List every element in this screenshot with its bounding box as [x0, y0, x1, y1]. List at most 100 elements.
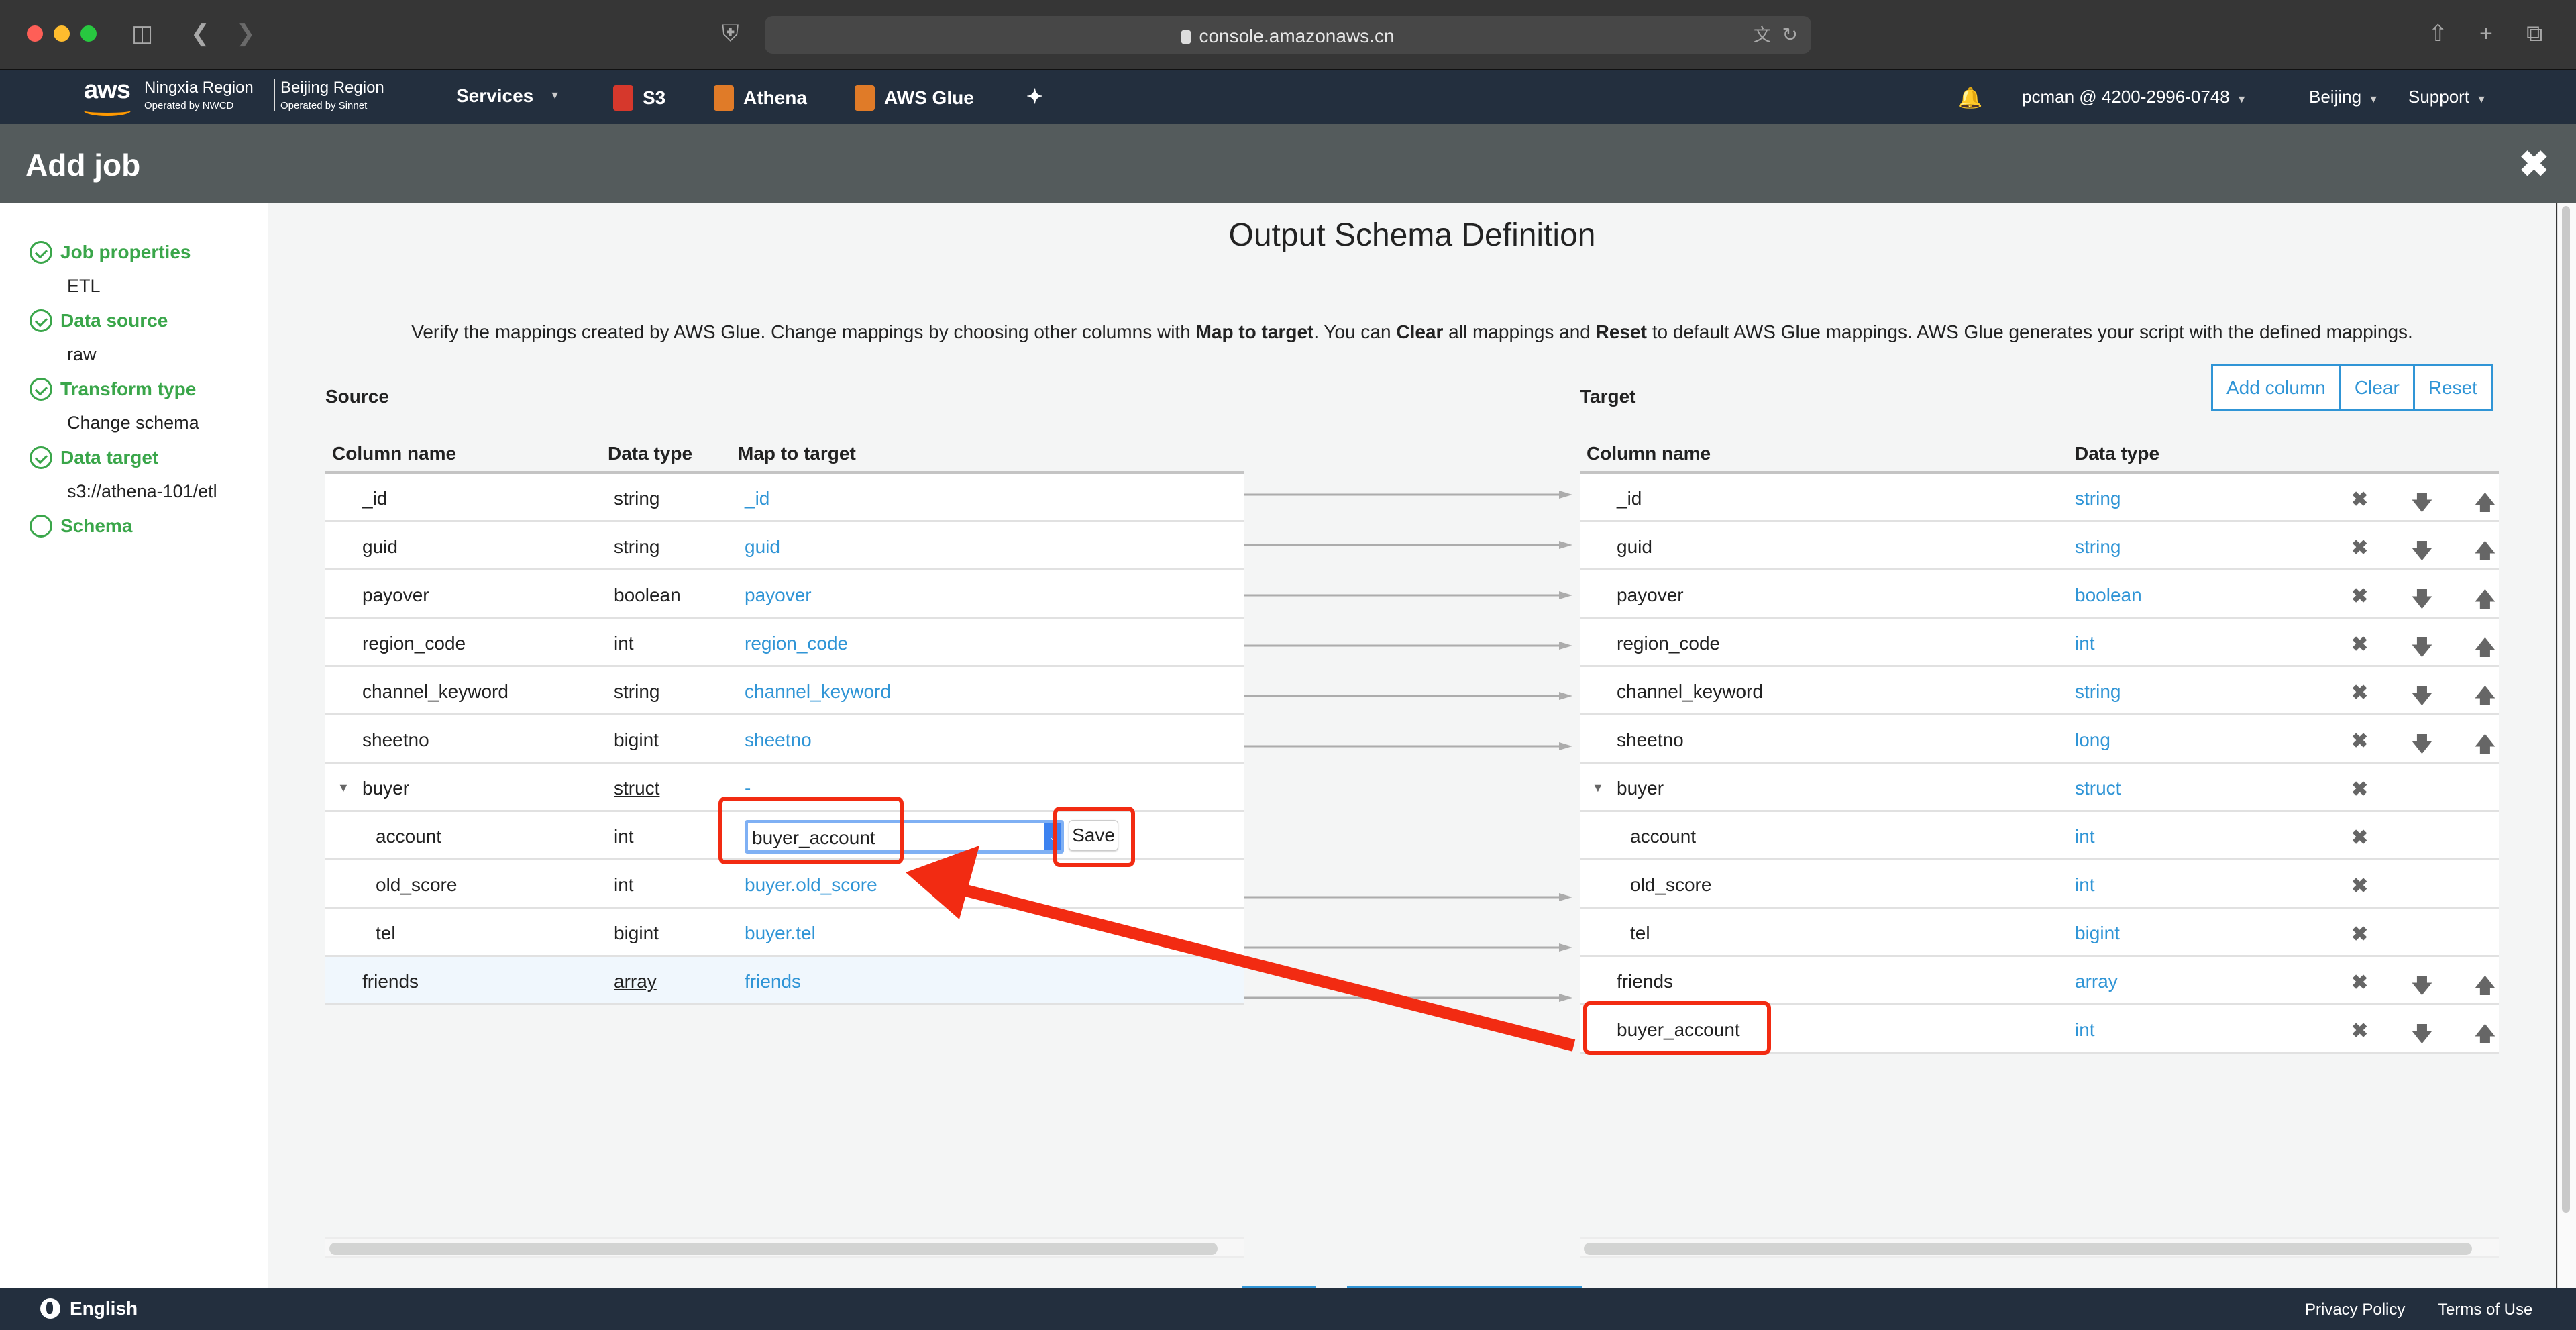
map-to-target-link[interactable]: guid	[745, 536, 780, 558]
tabs-overview-icon[interactable]: ⧉	[2526, 19, 2542, 48]
move-up-icon[interactable]: 🡅	[2475, 536, 2496, 570]
data-type-link[interactable]: int	[2075, 826, 2095, 848]
data-type-link[interactable]: int	[2075, 874, 2095, 896]
scrollbar-thumb[interactable]	[1584, 1243, 2472, 1255]
scrollbar-thumb[interactable]	[329, 1243, 1218, 1255]
data-type-link[interactable]: long	[2075, 729, 2110, 751]
source-row[interactable]: sheetno bigint sheetno	[325, 715, 1244, 764]
close-icon[interactable]: ✖	[2519, 143, 2549, 185]
shortcut-athena[interactable]: Athena	[714, 85, 807, 111]
data-type-link[interactable]: string	[2075, 681, 2121, 703]
data-type-link[interactable]: boolean	[2075, 584, 2142, 606]
terms-of-use-link[interactable]: Terms of Use	[2438, 1300, 2532, 1319]
target-row[interactable]: sheetno long ✖ 🡇 🡅	[1580, 715, 2499, 764]
move-down-icon[interactable]: 🡇	[2412, 536, 2432, 570]
map-to-target-link[interactable]: payover	[745, 584, 812, 606]
source-horizontal-scrollbar[interactable]	[325, 1237, 1244, 1258]
bell-icon[interactable]: 🔔	[1957, 87, 1982, 110]
map-to-target-link[interactable]: _id	[745, 488, 769, 509]
reload-icon[interactable]: ↻	[1782, 20, 1798, 50]
source-row[interactable]: channel_keyword string channel_keyword	[325, 667, 1244, 715]
source-row[interactable]: old_score int buyer.old_score	[325, 860, 1244, 909]
data-type-link[interactable]: string	[2075, 488, 2121, 509]
close-window-button[interactable]	[27, 25, 43, 42]
target-row[interactable]: guid string ✖ 🡇 🡅	[1580, 522, 2499, 570]
expand-caret-icon[interactable]: ▼	[337, 781, 350, 795]
source-row[interactable]: friends array friends	[325, 957, 1244, 1005]
source-row[interactable]: guid string guid	[325, 522, 1244, 570]
support-menu[interactable]: Support ▼	[2408, 87, 2487, 107]
reset-button[interactable]: Reset	[2414, 366, 2491, 409]
remove-icon[interactable]: ✖	[2351, 778, 2368, 801]
services-menu[interactable]: Services ▼	[456, 85, 560, 107]
map-to-target-link[interactable]: buyer.tel	[745, 923, 816, 944]
target-row[interactable]: _id string ✖ 🡇 🡅	[1580, 474, 2499, 522]
remove-icon[interactable]: ✖	[2351, 874, 2368, 898]
share-icon[interactable]: ⇧	[2428, 19, 2448, 48]
target-horizontal-scrollbar[interactable]	[1580, 1237, 2499, 1258]
source-row[interactable]: tel bigint buyer.tel	[325, 909, 1244, 957]
minimize-window-button[interactable]	[54, 25, 70, 42]
move-down-icon[interactable]: 🡇	[2412, 633, 2432, 667]
move-down-icon[interactable]: 🡇	[2412, 488, 2432, 522]
new-tab-icon[interactable]: +	[2479, 19, 2493, 48]
move-up-icon[interactable]: 🡅	[2475, 488, 2496, 522]
privacy-policy-link[interactable]: Privacy Policy	[2305, 1300, 2405, 1319]
scrollbar-thumb[interactable]	[2562, 206, 2570, 1213]
target-row[interactable]: tel bigint ✖	[1580, 909, 2499, 957]
step-data-target[interactable]: Data target	[30, 446, 158, 469]
step-job-properties[interactable]: Job properties	[30, 241, 191, 264]
move-down-icon[interactable]: 🡇	[2412, 1019, 2432, 1054]
expand-caret-icon[interactable]: ▼	[1592, 781, 1604, 795]
data-type-link[interactable]: array	[2075, 971, 2118, 992]
translate-icon[interactable]: 文	[1754, 20, 1771, 50]
map-to-target-link[interactable]: buyer.old_score	[745, 874, 877, 896]
data-type-link[interactable]: bigint	[2075, 923, 2120, 944]
sidebar-toggle-icon[interactable]: ◫	[131, 19, 153, 48]
aws-logo[interactable]: aws	[84, 76, 138, 116]
move-down-icon[interactable]: 🡇	[2412, 584, 2432, 619]
address-bar[interactable]: console.amazonaws.cn 文 ↻	[765, 16, 1811, 54]
remove-icon[interactable]: ✖	[2351, 971, 2368, 994]
map-to-target-link[interactable]: region_code	[745, 633, 848, 654]
data-type-link[interactable]: int	[2075, 633, 2095, 654]
account-menu[interactable]: pcman @ 4200-2996-0748 ▼	[2022, 87, 2247, 107]
move-up-icon[interactable]: 🡅	[2475, 729, 2496, 764]
target-row[interactable]: friends array ✖ 🡇 🡅	[1580, 957, 2499, 1005]
clear-button[interactable]: Clear	[2341, 366, 2415, 409]
target-row[interactable]: payover boolean ✖ 🡇 🡅	[1580, 570, 2499, 619]
source-row[interactable]: region_code int region_code	[325, 619, 1244, 667]
map-to-target-link[interactable]: friends	[745, 971, 801, 992]
vertical-scrollbar[interactable]	[2557, 203, 2576, 1288]
step-transform-type[interactable]: Transform type	[30, 378, 196, 401]
move-up-icon[interactable]: 🡅	[2475, 971, 2496, 1005]
target-row[interactable]: old_score int ✖	[1580, 860, 2499, 909]
move-down-icon[interactable]: 🡇	[2412, 971, 2432, 1005]
region-menu[interactable]: Beijing ▼	[2309, 87, 2379, 107]
back-icon[interactable]: ❮	[191, 19, 210, 48]
add-column-button[interactable]: Add column	[2213, 366, 2341, 409]
pin-icon[interactable]: ✦	[1026, 85, 1043, 109]
remove-icon[interactable]: ✖	[2351, 536, 2368, 560]
forward-icon[interactable]: ❯	[236, 19, 256, 48]
source-row[interactable]: payover boolean payover	[325, 570, 1244, 619]
move-down-icon[interactable]: 🡇	[2412, 681, 2432, 715]
remove-icon[interactable]: ✖	[2351, 681, 2368, 705]
remove-icon[interactable]: ✖	[2351, 584, 2368, 608]
target-row[interactable]: account int ✖	[1580, 812, 2499, 860]
move-up-icon[interactable]: 🡅	[2475, 681, 2496, 715]
data-type-link[interactable]: struct	[2075, 778, 2121, 799]
remove-icon[interactable]: ✖	[2351, 633, 2368, 656]
source-row[interactable]: _id string _id	[325, 474, 1244, 522]
target-row[interactable]: ▼ buyer struct ✖	[1580, 764, 2499, 812]
target-row[interactable]: channel_keyword string ✖ 🡇 🡅	[1580, 667, 2499, 715]
remove-icon[interactable]: ✖	[2351, 488, 2368, 511]
step-schema[interactable]: Schema	[30, 515, 132, 538]
shortcut-glue[interactable]: AWS Glue	[855, 85, 974, 111]
map-to-target-link[interactable]: channel_keyword	[745, 681, 891, 703]
remove-icon[interactable]: ✖	[2351, 1019, 2368, 1043]
move-up-icon[interactable]: 🡅	[2475, 1019, 2496, 1054]
remove-icon[interactable]: ✖	[2351, 826, 2368, 850]
remove-icon[interactable]: ✖	[2351, 923, 2368, 946]
shield-icon[interactable]: ⛨	[722, 19, 739, 48]
